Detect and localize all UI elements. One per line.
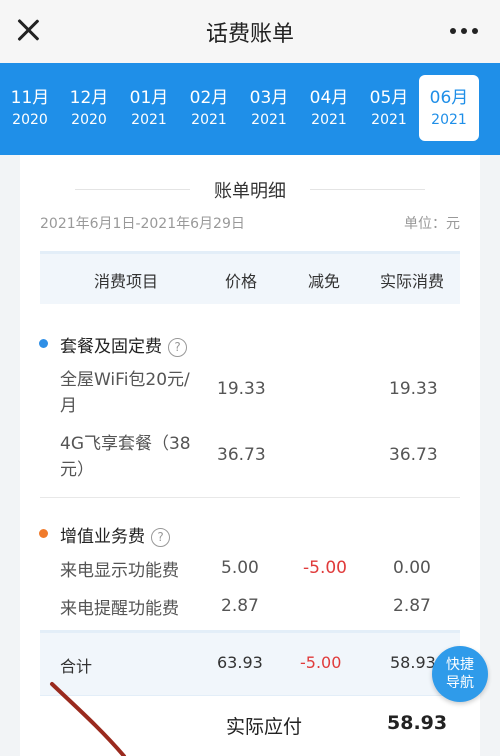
unit-label: 单位：元 <box>404 216 460 232</box>
table-header: 消费项目 价格 减免 实际消费 <box>40 251 460 304</box>
more-icon[interactable] <box>450 28 478 34</box>
payable-label: 实际应付 <box>226 716 303 738</box>
quick-nav-button[interactable]: 快捷 导航 <box>432 646 488 702</box>
total-row: 合计 63.93 -5.00 58.93 <box>40 630 460 695</box>
help-icon[interactable]: ? <box>168 338 187 357</box>
section-title: 账单明细 <box>214 181 286 202</box>
group-title-text: 增值业务费 <box>60 527 145 547</box>
month-label: 02月 <box>189 88 229 108</box>
month-label: 04月 <box>309 88 349 108</box>
item-price: 36.73 <box>217 445 266 465</box>
column-header-discount: 减免 <box>308 272 341 291</box>
total-label: 合计 <box>60 657 93 676</box>
divider <box>40 497 460 498</box>
quick-nav-label-2: 导航 <box>446 675 474 691</box>
month-tab-2020-12[interactable]: 12月 2020 <box>59 75 119 141</box>
month-tab-2021-05[interactable]: 05月 2021 <box>359 75 419 141</box>
group-dot <box>39 339 48 348</box>
month-label: 03月 <box>249 88 289 108</box>
month-tab-2020-11[interactable]: 11月 2020 <box>0 75 60 141</box>
month-tab-2021-06[interactable]: 06月 2021 <box>419 75 479 141</box>
month-selector: 11月 2020 12月 2020 01月 2021 02月 2021 03月 … <box>0 63 500 155</box>
payable-row: 实际应付 58.93 <box>40 695 460 756</box>
item-discount: -5.00 <box>303 558 347 578</box>
billing-period: 2021年6月1日-2021年6月29日 <box>40 216 245 232</box>
payable-amount: 58.93 <box>387 712 448 734</box>
total-price: 63.93 <box>217 653 263 672</box>
column-header-price: 价格 <box>225 272 258 291</box>
group-title-text: 套餐及固定费 <box>60 337 162 357</box>
item-name: 来电提醒功能费 <box>60 599 179 619</box>
month-tab-2021-01[interactable]: 01月 2021 <box>119 75 179 141</box>
item-name: 全屋WiFi包20元/月 <box>60 370 190 416</box>
help-icon[interactable]: ? <box>151 528 170 547</box>
item-actual: 0.00 <box>393 558 431 578</box>
month-label: 05月 <box>369 88 409 108</box>
bill-card: 账单明细 2021年6月1日-2021年6月29日 单位：元 消费项目 价格 减… <box>20 155 480 756</box>
page-title: 话费账单 <box>205 22 294 47</box>
group-dot <box>39 529 48 538</box>
group-title-value-added: 增值业务费? <box>39 522 170 547</box>
year-label: 2021 <box>311 112 347 128</box>
month-tab-2021-02[interactable]: 02月 2021 <box>179 75 239 141</box>
month-label: 01月 <box>129 88 169 108</box>
group-title-package: 套餐及固定费? <box>39 332 187 357</box>
total-discount: -5.00 <box>300 653 342 672</box>
item-price: 5.00 <box>221 558 259 578</box>
item-price: 19.33 <box>217 379 266 399</box>
year-label: 2020 <box>71 112 107 128</box>
item-name: 4G飞享套餐（38元） <box>60 434 191 480</box>
item-actual: 2.87 <box>393 596 431 616</box>
year-label: 2020 <box>12 112 48 128</box>
month-label: 11月 <box>10 88 50 108</box>
quick-nav-label-1: 快捷 <box>446 657 474 673</box>
year-label: 2021 <box>371 112 407 128</box>
column-header-actual: 实际消费 <box>380 272 445 291</box>
year-label: 2021 <box>251 112 287 128</box>
year-label: 2021 <box>131 112 167 128</box>
item-name: 来电显示功能费 <box>60 561 179 581</box>
year-label: 2021 <box>191 112 227 128</box>
top-bar: 话费账单 <box>0 0 500 63</box>
month-tab-2021-03[interactable]: 03月 2021 <box>239 75 299 141</box>
divider <box>310 189 425 190</box>
item-price: 2.87 <box>221 596 259 616</box>
total-actual: 58.93 <box>390 653 436 672</box>
month-label: 12月 <box>69 88 109 108</box>
month-label: 06月 <box>429 88 469 108</box>
item-actual: 36.73 <box>389 445 438 465</box>
month-tab-2021-04[interactable]: 04月 2021 <box>299 75 359 141</box>
column-header-item: 消费项目 <box>94 272 159 291</box>
year-label: 2021 <box>431 112 467 128</box>
item-actual: 19.33 <box>389 379 438 399</box>
